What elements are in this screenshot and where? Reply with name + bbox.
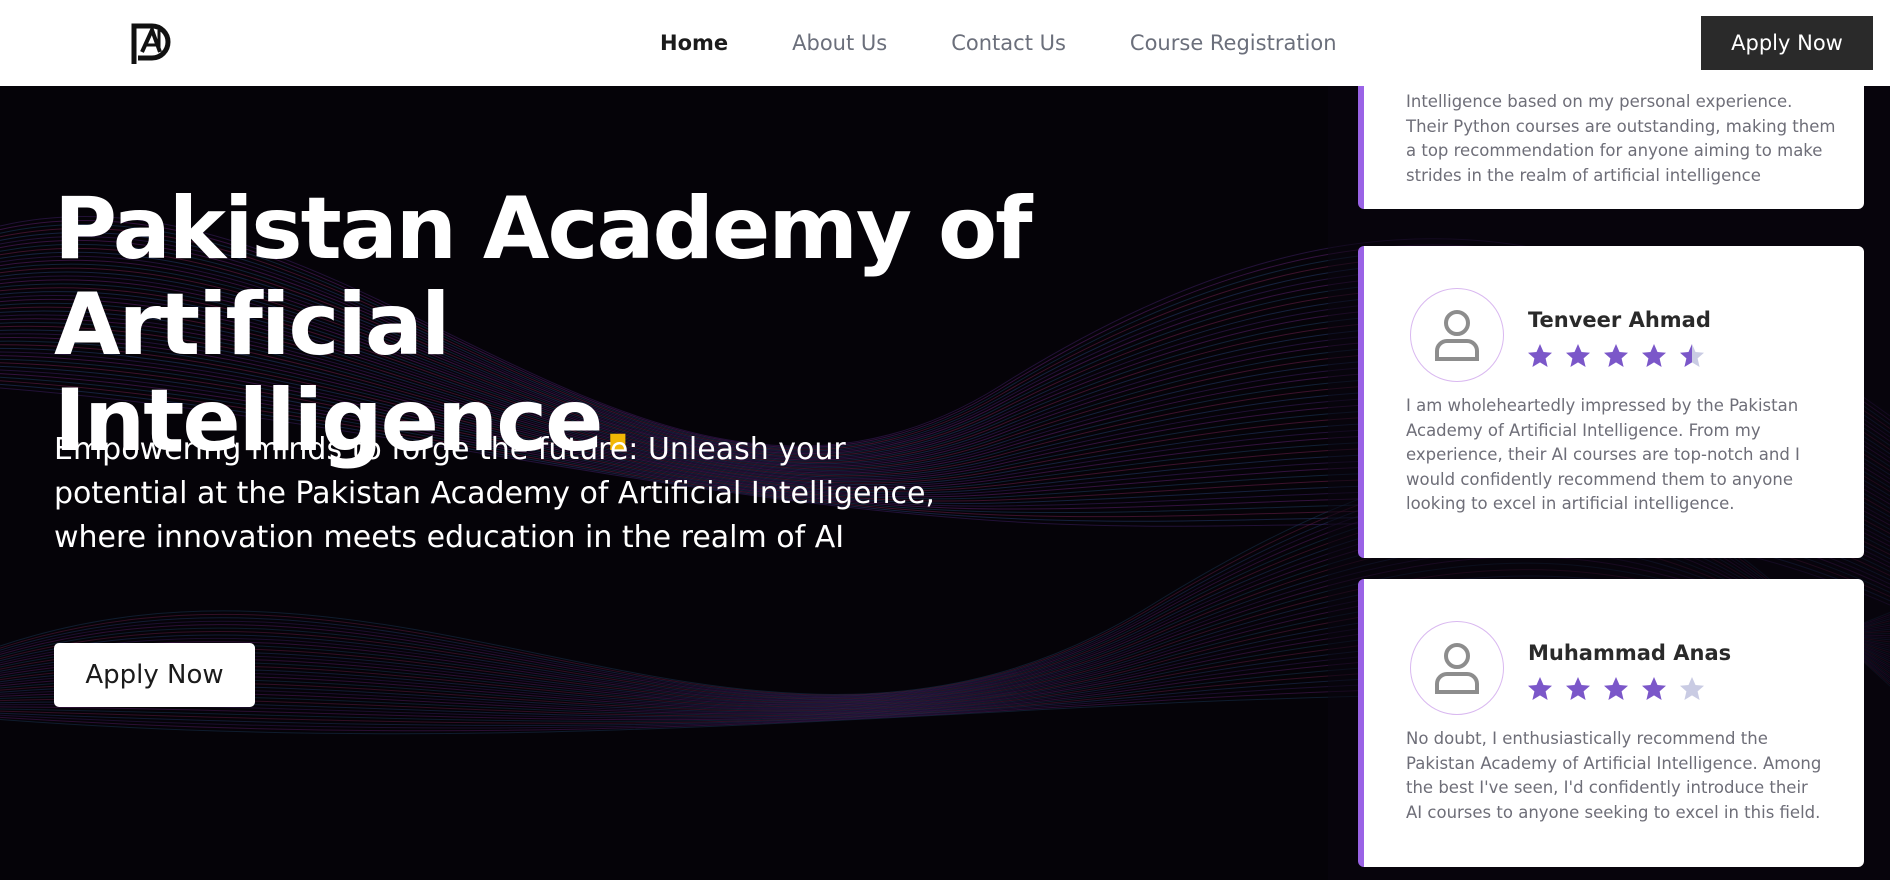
star-icon [1566, 344, 1590, 367]
hero-apply-now-button[interactable]: Apply Now [54, 643, 255, 707]
star-icon [1680, 677, 1704, 700]
star-icon [1680, 344, 1704, 367]
hero-title-line1: Pakistan Academy of [54, 179, 1032, 279]
logo-icon [131, 23, 171, 64]
user-icon [1435, 310, 1479, 361]
star-icon [1528, 344, 1552, 367]
testimonial-text: I am wholeheartedly impressed by the Pak… [1406, 396, 1800, 513]
nav-home[interactable]: Home [660, 31, 728, 55]
star-rating [1526, 342, 1716, 370]
testimonial-text: Intelligence based on my personal experi… [1406, 92, 1836, 185]
star-icon [1642, 677, 1666, 700]
reviewer-name: Muhammad Anas [1528, 641, 1732, 665]
testimonial-card: Intelligence based on my personal experi… [1358, 86, 1864, 209]
nav-course-registration[interactable]: Course Registration [1130, 31, 1337, 55]
star-icon [1604, 344, 1628, 367]
nav-contact-us[interactable]: Contact Us [951, 31, 1066, 55]
testimonial-card: Tenveer Ahmad I am wholeheartedly impres… [1358, 246, 1864, 558]
testimonial-text: No doubt, I enthusiastically recommend t… [1406, 729, 1822, 822]
user-icon [1435, 643, 1479, 694]
testimonial-card: Muhammad Anas No doubt, I enthusiastical… [1358, 579, 1864, 867]
nav-about-us[interactable]: About Us [792, 31, 887, 55]
navbar: Home About Us Contact Us Course Registra… [0, 0, 1890, 86]
hero-section: Pakistan Academy of Artificial Intellige… [0, 86, 1890, 880]
avatar [1410, 621, 1504, 715]
nav-apply-now-button[interactable]: Apply Now [1701, 16, 1873, 70]
star-icon [1642, 344, 1666, 367]
avatar [1410, 288, 1504, 382]
star-rating [1526, 675, 1716, 703]
star-icon [1604, 677, 1628, 700]
academy-logo[interactable] [128, 18, 172, 66]
star-icon [1566, 677, 1590, 700]
main-nav: Home About Us Contact Us Course Registra… [660, 0, 1401, 86]
reviewer-name: Tenveer Ahmad [1528, 308, 1711, 332]
hero-subtitle: Empowering minds to forge the future: Un… [54, 432, 935, 555]
hero-title: Pakistan Academy of Artificial Intellige… [54, 181, 1054, 469]
star-icon [1528, 677, 1552, 700]
